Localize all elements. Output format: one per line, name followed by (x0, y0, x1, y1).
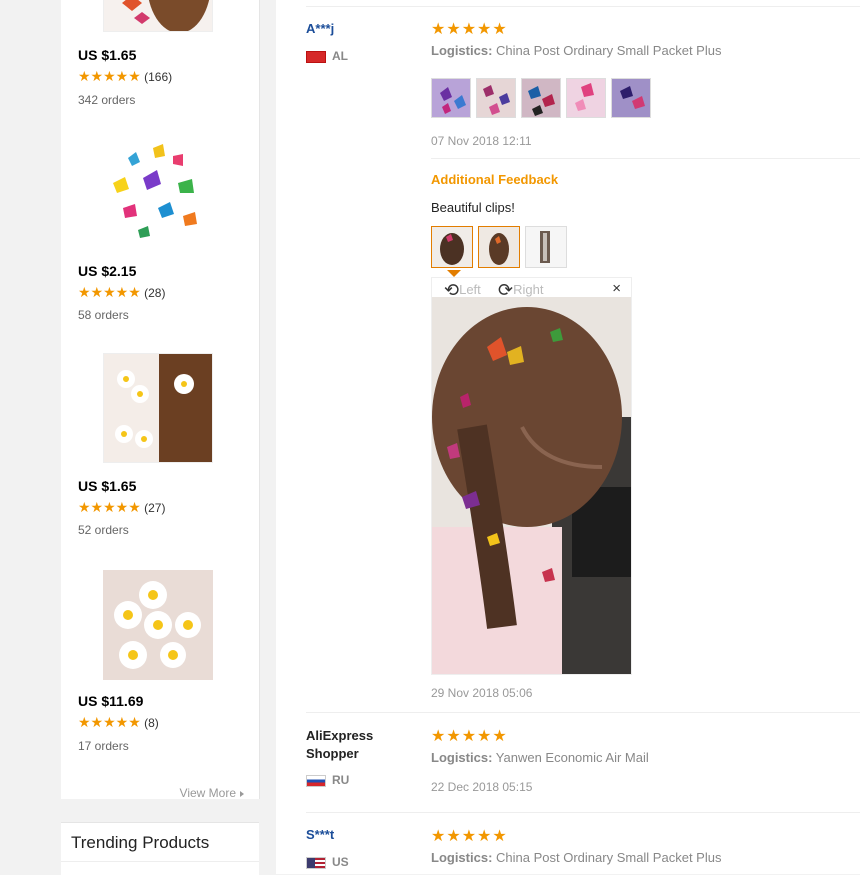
feedback-photo[interactable] (478, 226, 520, 268)
review-count[interactable]: (8) (144, 716, 159, 730)
feedback-photo[interactable] (476, 78, 516, 118)
product-price: US $1.65 (78, 478, 137, 494)
product-price: US $2.15 (78, 263, 137, 279)
viewer-caret (447, 270, 461, 277)
view-more-link[interactable]: View More (180, 786, 244, 800)
feedback-date: 22 Dec 2018 05:15 (431, 780, 533, 794)
additional-feedback-title: Additional Feedback (431, 172, 559, 187)
order-count: 17 orders (78, 739, 129, 753)
order-count: 342 orders (78, 93, 136, 107)
feedback-list: A***j AL ★★★★★ Logistics: China Post Ord… (276, 0, 860, 874)
additional-feedback-photos (431, 226, 567, 268)
rating-stars: ★★★★★ (78, 499, 141, 515)
order-count: 52 orders (78, 523, 129, 537)
reviewer-name: S***t (306, 827, 335, 842)
logistics-value: China Post Ordinary Small Packet Plus (496, 43, 722, 58)
feedback-photo[interactable] (525, 226, 567, 268)
enlarged-photo (432, 297, 631, 674)
photo-viewer: ⟲Left ⟳Right × (431, 270, 632, 675)
caret-right-icon (240, 790, 244, 797)
divider (306, 6, 860, 7)
feedback-photo[interactable] (611, 78, 651, 118)
logistics-value: China Post Ordinary Small Packet Plus (496, 850, 722, 865)
rotate-left-label: Left (459, 281, 481, 297)
feedback-date: 07 Nov 2018 12:11 (431, 134, 532, 148)
trending-products-title: Trending Products (71, 833, 210, 852)
flag-al-icon (306, 50, 326, 63)
rating-stars: ★★★★★ (78, 284, 141, 300)
reviewer-country: RU (306, 773, 349, 787)
divider (306, 712, 860, 713)
feedback-stars: ★★★★★ (431, 728, 508, 745)
rotate-right-label: Right (513, 281, 544, 297)
rating-stars: ★★★★★ (78, 714, 141, 730)
reviewer-name: A***j (306, 21, 335, 36)
logistics-label: Logistics: (431, 43, 493, 58)
product-price: US $11.69 (78, 693, 144, 709)
country-code: RU (332, 773, 350, 787)
feedback-photo[interactable] (431, 78, 471, 118)
trending-products-card: Trending Products (61, 822, 259, 875)
reviewer-name-line: AliExpress (306, 728, 374, 743)
reviewer-name-line: Shopper (306, 746, 359, 761)
logistics-info: Logistics: China Post Ordinary Small Pac… (431, 850, 721, 865)
close-icon[interactable]: × (612, 280, 621, 297)
logistics-info: Logistics: China Post Ordinary Small Pac… (431, 43, 721, 58)
additional-feedback-text: Beautiful clips! (431, 200, 515, 215)
logistics-info: Logistics: Yanwen Economic Air Mail (431, 750, 649, 765)
feedback-photo[interactable] (566, 78, 606, 118)
flag-ru-icon (306, 774, 326, 787)
divider (306, 812, 860, 813)
product-image[interactable] (103, 353, 213, 463)
feedback-photo[interactable] (521, 78, 561, 118)
reviewer-name: AliExpress Shopper (306, 727, 373, 763)
review-count[interactable]: (28) (144, 286, 165, 300)
order-count: 58 orders (78, 308, 129, 322)
product-image[interactable] (103, 138, 213, 248)
review-count[interactable]: (166) (144, 70, 172, 84)
logistics-label: Logistics: (431, 850, 493, 865)
reviewer-country: AL (306, 49, 348, 63)
feedback-stars: ★★★★★ (431, 828, 508, 845)
reviewer-country: US (306, 855, 349, 869)
review-count[interactable]: (27) (144, 501, 165, 515)
product-rating: ★★★★★ (166) (78, 68, 172, 85)
product-rating: ★★★★★ (8) (78, 714, 159, 731)
additional-feedback-date: 29 Nov 2018 05:06 (431, 686, 533, 700)
rating-stars: ★★★★★ (78, 68, 141, 84)
view-more-label: View More (179, 786, 236, 800)
divider (431, 158, 860, 159)
feedback-stars: ★★★★★ (431, 21, 508, 38)
flag-us-icon (306, 856, 326, 869)
country-code: US (332, 855, 349, 869)
feedback-photo-selected[interactable] (431, 226, 473, 268)
product-image[interactable] (103, 570, 213, 680)
logistics-label: Logistics: (431, 750, 493, 765)
logistics-value: Yanwen Economic Air Mail (495, 750, 649, 765)
product-price: US $1.65 (78, 47, 137, 63)
product-image[interactable] (103, 0, 213, 32)
country-code: AL (332, 49, 348, 63)
recommended-products-card: US $1.65 ★★★★★ (166) 342 orders US $2.15… (61, 0, 260, 800)
feedback-photos (431, 78, 651, 118)
product-rating: ★★★★★ (28) (78, 284, 165, 301)
divider (61, 861, 259, 862)
product-rating: ★★★★★ (27) (78, 499, 165, 516)
